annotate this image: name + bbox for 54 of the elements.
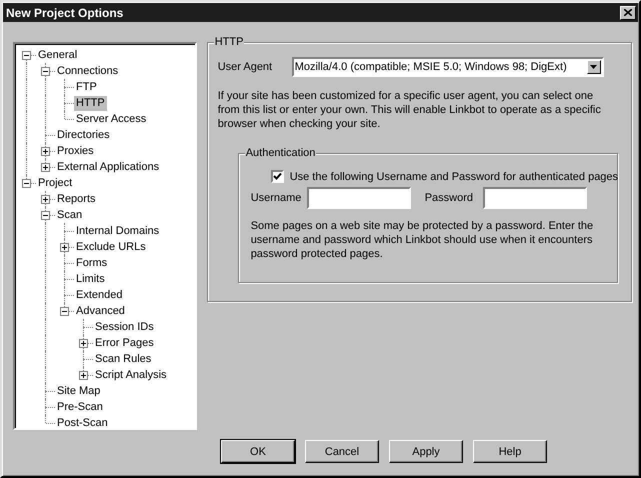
tree-item[interactable]: Limits	[74, 272, 107, 286]
dialog-button[interactable]: Apply	[389, 440, 463, 463]
expand-icon[interactable]	[79, 371, 88, 380]
collapse-icon[interactable]	[22, 179, 31, 188]
tree-item[interactable]: Internal Domains	[74, 224, 162, 238]
tree-item[interactable]: Scan Rules	[93, 352, 154, 366]
tree-item[interactable]: Connections	[55, 64, 120, 78]
description-text: If your site has been customized for a specific user agent, you can select one from this list or enter your own. This will enable Linkbot to operate as a specific browser when checking your site.	[218, 89, 602, 131]
expand-icon[interactable]	[41, 195, 50, 204]
dropdown-arrow-icon	[590, 65, 598, 69]
tree-item[interactable]: Post-Scan	[55, 416, 110, 428]
checkbox[interactable]	[270, 170, 284, 183]
checkbox-label: Use the following Username and Password for authenticated pages	[290, 170, 618, 182]
close-icon	[624, 9, 632, 16]
tree-item[interactable]: Pre-Scan	[55, 400, 105, 414]
tree-item[interactable]: FTP	[74, 80, 99, 94]
window-title: New Project Options	[6, 6, 124, 20]
expand-icon[interactable]	[41, 147, 50, 156]
dialog-button[interactable]: Help	[473, 440, 547, 463]
tree-item[interactable]: Extended	[74, 288, 124, 302]
tree-item[interactable]: Site Map	[55, 384, 102, 398]
tree-item[interactable]: Session IDs	[93, 320, 156, 334]
tree-item[interactable]: Error Pages	[93, 336, 156, 350]
tree-item[interactable]: General	[36, 48, 80, 62]
tree-item[interactable]: Script Analysis	[93, 368, 169, 382]
dialog-button[interactable]: OK	[221, 440, 295, 463]
collapse-icon[interactable]	[41, 211, 50, 220]
username-label: Username	[250, 192, 302, 204]
note-text: Some pages on a web site may be protected by a password. Enter the username and password which Linkbot should use when it encounters password protected pages.	[250, 219, 594, 261]
collapse-icon[interactable]	[41, 67, 50, 76]
tree-item[interactable]: Reports	[55, 192, 98, 206]
expand-icon[interactable]	[60, 243, 69, 252]
close-button[interactable]	[620, 6, 636, 20]
tree-item[interactable]: Scan	[55, 208, 84, 222]
tree-item[interactable]: Exclude URLs	[74, 240, 148, 254]
tree-item[interactable]: Advanced	[74, 304, 127, 318]
collapse-icon[interactable]	[60, 307, 69, 316]
expand-icon[interactable]	[79, 339, 88, 348]
user-agent-dropdown[interactable]: Mozilla/4.0 (compatible; MSIE 5.0; Windows 98; DigExt)	[292, 57, 604, 77]
check-icon	[272, 172, 282, 181]
expand-icon[interactable]	[41, 163, 50, 172]
tree-item[interactable]: Server Access	[74, 112, 148, 126]
collapse-icon[interactable]	[22, 51, 31, 60]
tree-item[interactable]: HTTP	[74, 96, 107, 110]
password-label: Password	[424, 192, 474, 204]
user-agent-label: User Agent	[218, 61, 274, 73]
tree-item[interactable]: Proxies	[55, 144, 96, 158]
username-field[interactable]	[306, 187, 411, 209]
tree-item[interactable]: External Applications	[55, 160, 162, 174]
tree-item[interactable]: Forms	[74, 256, 110, 270]
password-field[interactable]	[482, 187, 587, 209]
tree-item[interactable]: Directories	[55, 128, 112, 142]
tree-item[interactable]: Project	[36, 176, 74, 190]
dialog-button[interactable]: Cancel	[305, 440, 379, 463]
